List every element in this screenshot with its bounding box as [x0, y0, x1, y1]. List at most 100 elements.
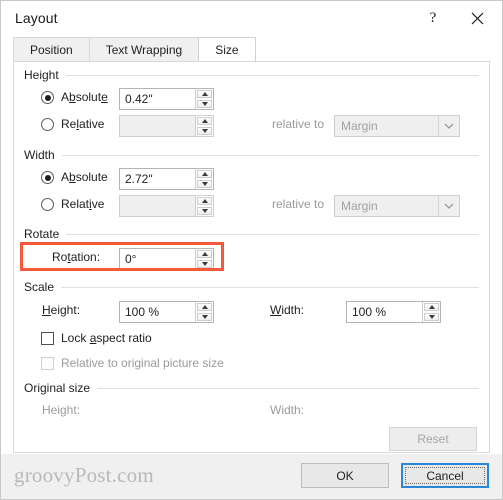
height-relative-spin-down[interactable] [197, 127, 212, 135]
width-absolute-spinner[interactable] [195, 169, 213, 189]
width-relative-radio[interactable] [41, 198, 54, 211]
scale-height-spin-down[interactable] [197, 313, 212, 321]
rotation-value: 0° [125, 252, 137, 266]
relative-to-original-picture-size-label: Relative to original picture size [61, 356, 224, 370]
original-size-height-label: Height: [42, 403, 81, 417]
tab-text-wrapping[interactable]: Text Wrapping [88, 37, 200, 61]
group-original-size-rule [97, 387, 479, 389]
height-absolute-radio[interactable] [41, 91, 54, 104]
dialog-title: Layout [15, 10, 58, 26]
group-scale: Scale [24, 280, 479, 294]
scale-width-input[interactable]: 100 % [346, 301, 441, 323]
group-scale-label: Scale [24, 280, 55, 294]
scale-width-spinner[interactable] [422, 302, 440, 322]
layout-dialog: Layout ? Position Text Wrapping Size Hei… [0, 0, 503, 500]
arrow-down-icon [201, 209, 208, 213]
arrow-up-icon [201, 172, 208, 176]
scale-width-spin-down[interactable] [424, 313, 439, 321]
width-relative-to-label: relative to [272, 197, 325, 211]
close-button[interactable] [456, 1, 498, 36]
group-rotate: Rotate [24, 227, 479, 241]
original-size-width-label: Width: [270, 403, 305, 417]
height-relative-to-value: Margin [341, 119, 378, 133]
scale-height-input[interactable]: 100 % [119, 301, 214, 323]
arrow-up-icon [201, 119, 208, 123]
dialog-footer: groovyPost.com OK Cancel [1, 454, 502, 499]
height-absolute-spinner[interactable] [195, 89, 213, 109]
scale-height-spinner[interactable] [195, 302, 213, 322]
arrow-up-icon [201, 252, 208, 256]
width-relative-value [120, 196, 195, 216]
scale-width-value: 100 % [352, 305, 387, 319]
rotation-spinner[interactable] [195, 249, 213, 269]
help-button[interactable]: ? [412, 1, 454, 36]
height-relative-input[interactable] [119, 115, 214, 137]
width-absolute-radio[interactable] [41, 171, 54, 184]
cancel-button[interactable]: Cancel [401, 463, 489, 488]
group-width-rule [61, 154, 479, 156]
group-width: Width [24, 148, 479, 162]
arrow-up-icon [428, 305, 435, 309]
scale-width-label: Width: [270, 303, 305, 317]
tab-size[interactable]: Size [198, 37, 256, 61]
width-absolute-input[interactable]: 2.72" [119, 168, 214, 190]
group-rotate-label: Rotate [24, 227, 60, 241]
group-original-size: Original size [24, 381, 479, 395]
chevron-down-icon [438, 196, 459, 216]
height-relative-radio[interactable] [41, 118, 54, 131]
chevron-down-icon [438, 116, 459, 136]
rotation-input[interactable]: 0° [119, 248, 214, 270]
group-width-label: Width [24, 148, 55, 162]
size-tab-panel: Height Absolute 0.42" Relative relative … [13, 61, 490, 453]
question-mark-icon: ? [429, 10, 437, 26]
height-absolute-spin-down[interactable] [197, 100, 212, 108]
arrow-down-icon [201, 102, 208, 106]
arrow-down-icon [201, 129, 208, 133]
group-scale-rule [61, 286, 479, 288]
close-icon [471, 12, 483, 25]
height-absolute-spin-up[interactable] [197, 90, 212, 98]
height-relative-value [120, 116, 195, 136]
width-relative-spin-down[interactable] [197, 207, 212, 215]
group-rotate-rule [66, 233, 479, 235]
reset-button[interactable]: Reset [389, 427, 477, 451]
group-height: Height [24, 68, 479, 82]
group-height-label: Height [24, 68, 59, 82]
rotation-spin-down[interactable] [197, 260, 212, 268]
arrow-up-icon [201, 305, 208, 309]
ok-button[interactable]: OK [301, 463, 389, 488]
height-absolute-input[interactable]: 0.42" [119, 88, 214, 110]
width-absolute-spin-down[interactable] [197, 180, 212, 188]
width-relative-spin-up[interactable] [197, 197, 212, 205]
width-relative-input[interactable] [119, 195, 214, 217]
rotation-spin-up[interactable] [197, 250, 212, 258]
width-relative-label: Relative [61, 197, 105, 211]
tab-position[interactable]: Position [13, 37, 90, 61]
width-relative-to-dropdown[interactable]: Margin [334, 195, 460, 217]
lock-aspect-ratio-label[interactable]: Lock aspect ratio [61, 331, 152, 345]
width-absolute-label: Absolute [61, 170, 108, 184]
arrow-up-icon [201, 92, 208, 96]
scale-height-spin-up[interactable] [197, 303, 212, 311]
title-bar: Layout ? [1, 1, 502, 36]
arrow-down-icon [428, 315, 435, 319]
height-relative-to-label: relative to [272, 117, 325, 131]
height-relative-to-dropdown[interactable]: Margin [334, 115, 460, 137]
relative-to-original-picture-size-checkbox[interactable] [41, 357, 54, 370]
height-relative-spin-up[interactable] [197, 117, 212, 125]
height-absolute-value: 0.42" [125, 92, 153, 106]
focus-ring [405, 467, 485, 484]
height-absolute-label: Absolute [61, 90, 108, 104]
scale-width-spin-up[interactable] [424, 303, 439, 311]
tab-strip: Position Text Wrapping Size [13, 36, 490, 61]
arrow-down-icon [201, 262, 208, 266]
width-absolute-spin-up[interactable] [197, 170, 212, 178]
width-relative-spinner[interactable] [195, 196, 213, 216]
group-original-size-label: Original size [24, 381, 91, 395]
height-relative-spinner[interactable] [195, 116, 213, 136]
scale-height-value: 100 % [125, 305, 160, 319]
lock-aspect-ratio-checkbox[interactable] [41, 332, 54, 345]
arrow-up-icon [201, 199, 208, 203]
watermark: groovyPost.com [14, 463, 154, 487]
width-relative-to-value: Margin [341, 199, 378, 213]
